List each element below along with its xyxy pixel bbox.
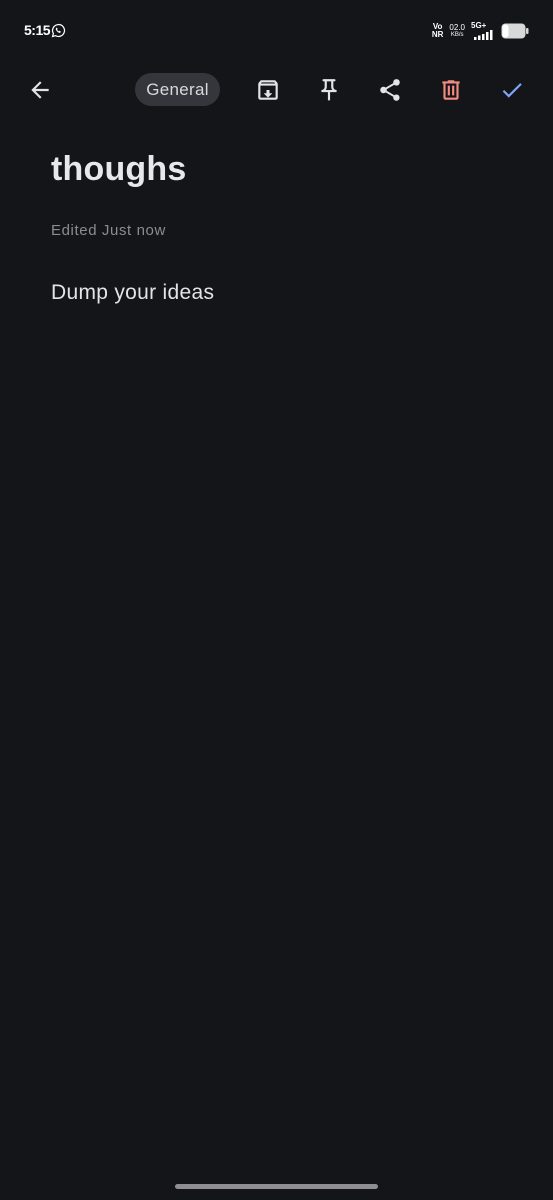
- speed-value: 02.0: [449, 23, 465, 32]
- back-arrow-icon: [31, 81, 49, 99]
- status-bar: 5:15 Vo NR 02.0 KB/s 5G+: [0, 0, 553, 62]
- home-indicator[interactable]: [175, 1184, 378, 1189]
- back-button[interactable]: [22, 72, 58, 108]
- category-label: General: [146, 79, 209, 99]
- category-chip[interactable]: General: [135, 73, 220, 106]
- note-title[interactable]: thoughs: [51, 150, 186, 189]
- note-toolbar: General: [0, 62, 553, 118]
- done-button[interactable]: [494, 72, 530, 108]
- note-body-input[interactable]: Dump your ideas: [51, 281, 214, 305]
- edited-timestamp: Edited Just now: [51, 222, 166, 239]
- speed-unit: KB/s: [450, 32, 464, 38]
- volte-bottom-text: NR: [431, 30, 444, 39]
- volte-indicator: Vo NR: [432, 23, 444, 39]
- status-time: 5:15: [24, 22, 51, 38]
- delete-icon: [442, 80, 460, 100]
- pin-icon: [321, 79, 337, 101]
- signal-group: 5G+: [471, 21, 495, 41]
- share-button[interactable]: [372, 72, 408, 108]
- status-indicators: Vo NR 02.0 KB/s 5G+: [432, 20, 529, 42]
- battery-icon: [501, 23, 529, 39]
- network-type: 5G+: [471, 21, 487, 30]
- check-icon: [502, 83, 522, 98]
- archive-icon: [258, 80, 278, 100]
- whatsapp-icon: [51, 23, 66, 38]
- signal-icon: [474, 30, 493, 40]
- delete-button[interactable]: [433, 72, 469, 108]
- pin-button[interactable]: [311, 72, 347, 108]
- share-icon: [380, 79, 400, 101]
- archive-button[interactable]: [250, 72, 286, 108]
- network-speed: 02.0 KB/s: [449, 23, 465, 39]
